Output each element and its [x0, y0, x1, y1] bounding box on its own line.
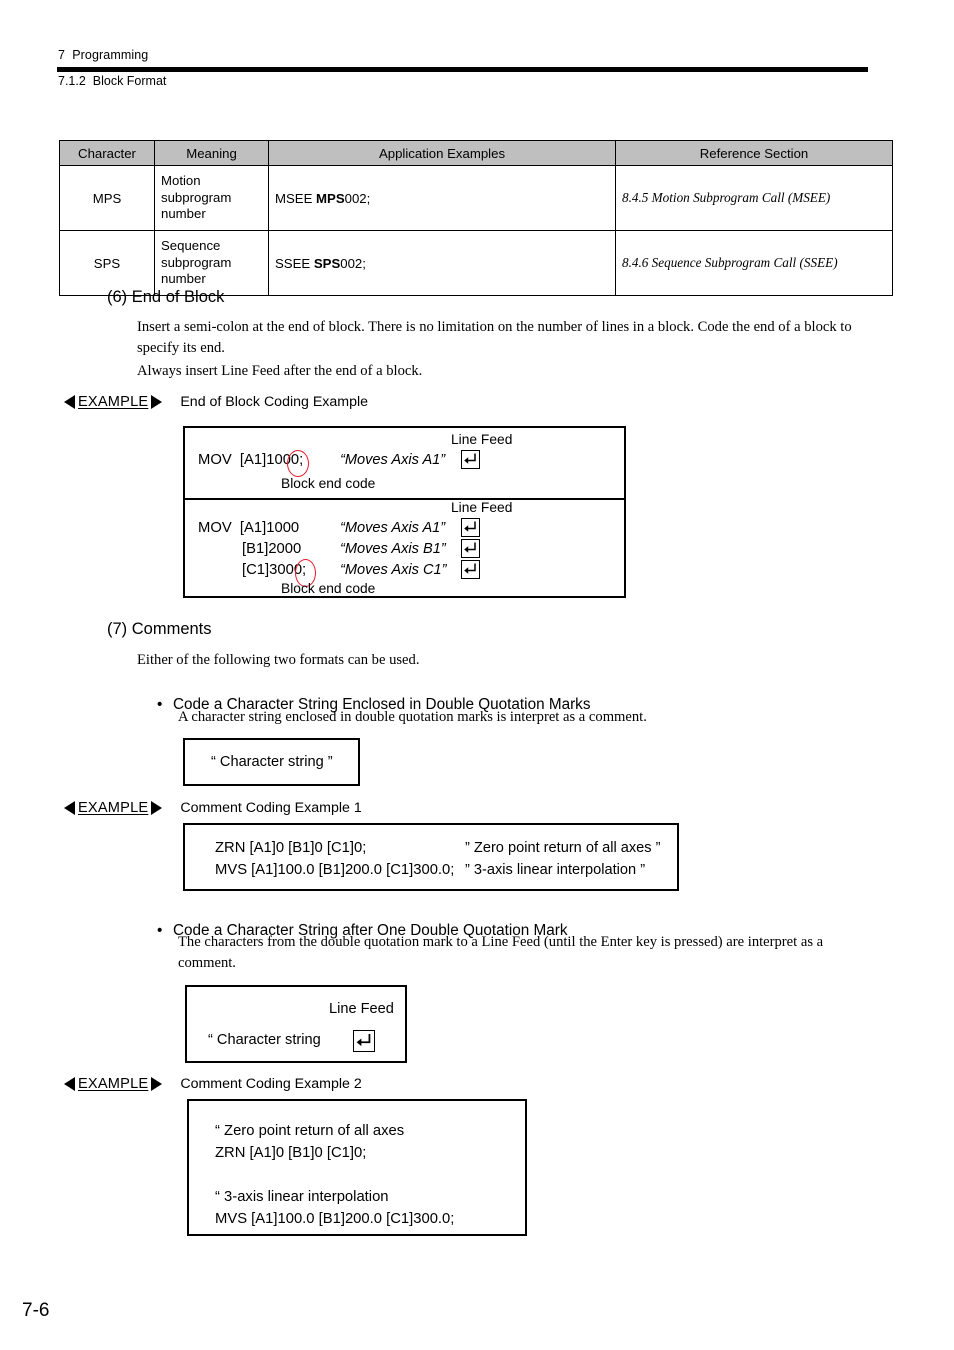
document-page: 7 Programming 7.1.2 Block Format Charact… [0, 0, 954, 1350]
line-feed-label: Line Feed [329, 1001, 394, 1017]
figure-divider [185, 498, 624, 500]
figure-comment-example-1: ZRN [A1]0 [B1]0 [C1]0; ” Zero point retu… [183, 823, 679, 891]
example-marker-end-of-block: EXAMPLE End of Block Coding Example [64, 394, 368, 410]
line-feed-label: Line Feed [451, 500, 513, 515]
cell-meaning: Motion subprogram number [154, 165, 269, 231]
code-comment: ” 3-axis linear interpolation ” [465, 862, 646, 878]
line-feed-icon [353, 1030, 375, 1052]
cell-character: MPS [59, 165, 155, 231]
figure-character-string-linefeed-format: Line Feed “ Character string [185, 985, 407, 1063]
triangle-right-icon [151, 395, 163, 409]
table-header-row: Character Meaning Application Examples R… [59, 140, 893, 166]
code-comment: “Moves Axis A1” [340, 452, 446, 468]
example-marker-comment-1: EXAMPLE Comment Coding Example 1 [64, 800, 362, 816]
code-line: [C1]3000; [242, 562, 307, 578]
line-feed-icon [461, 518, 480, 537]
code-comment: ” Zero point return of all axes ” [465, 840, 661, 856]
code-line: “ 3-axis linear interpolation [215, 1189, 389, 1205]
figure-comment-example-2: “ Zero point return of all axes ZRN [A1]… [187, 1099, 527, 1236]
code-line: MVS [A1]100.0 [B1]200.0 [C1]300.0; [215, 1211, 455, 1227]
cell-character: SPS [59, 230, 155, 296]
triangle-right-icon [151, 1077, 163, 1091]
figure-end-of-block: Line Feed MOV [A1]1000; “Moves Axis A1” … [183, 426, 626, 598]
character-reference-table: Character Meaning Application Examples R… [59, 140, 893, 296]
code-comment: “Moves Axis B1” [340, 541, 446, 557]
triangle-right-icon [151, 801, 163, 815]
table-row: MPS Motion subprogram number MSEE MPS002… [59, 165, 893, 231]
code-line: MOV [A1]1000 [198, 520, 300, 536]
triangle-left-icon [64, 1077, 75, 1091]
running-header-section: 7.1.2 Block Format [58, 74, 167, 88]
column-header-application-examples: Application Examples [268, 140, 616, 166]
example-caption: End of Block Coding Example [180, 394, 369, 410]
column-header-meaning: Meaning [154, 140, 269, 166]
block-end-code-label: Block end code [281, 581, 376, 596]
block-end-code-label: Block end code [281, 476, 376, 491]
line-feed-icon [461, 560, 480, 579]
cell-application-example: SSEE SPS002; [268, 230, 616, 296]
code-line: [B1]2000 [242, 541, 302, 557]
paragraph-comments-intro: Either of the following two formats can … [137, 652, 420, 668]
paragraph-quoted-string: A character string enclosed in double qu… [178, 709, 647, 725]
figure-character-string-format: “ Character string ” [183, 738, 360, 786]
paragraph-end-of-block-1: Insert a semi-colon at the end of block.… [137, 319, 852, 356]
example-label: EXAMPLE [78, 800, 149, 816]
code-line: ZRN [A1]0 [B1]0 [C1]0; [215, 1145, 367, 1161]
cell-reference-section: 8.4.6 Sequence Subprogram Call (SSEE) [615, 230, 893, 296]
code-line: MVS [A1]100.0 [B1]200.0 [C1]300.0; [215, 862, 455, 878]
triangle-left-icon [64, 801, 75, 815]
cell-meaning: Sequence subprogram number [154, 230, 269, 296]
heading-comments: (7) Comments [107, 620, 212, 638]
cell-reference-section: 8.4.5 Motion Subprogram Call (MSEE) [615, 165, 893, 231]
example-marker-comment-2: EXAMPLE Comment Coding Example 2 [64, 1076, 362, 1092]
paragraph-end-of-block-2: Always insert Line Feed after the end of… [137, 363, 423, 379]
code-line: ZRN [A1]0 [B1]0 [C1]0; [215, 840, 367, 856]
heading-end-of-block: (6) End of Block [107, 288, 225, 306]
cell-application-example: MSEE MPS002; [268, 165, 616, 231]
format-text: “ Character string [208, 1032, 321, 1048]
code-line: “ Zero point return of all axes [215, 1123, 405, 1139]
column-header-character: Character [59, 140, 155, 166]
line-feed-label: Line Feed [451, 432, 513, 447]
column-header-reference-section: Reference Section [615, 140, 893, 166]
table-row: SPS Sequence subprogram number SSEE SPS0… [59, 230, 893, 296]
code-comment: “Moves Axis A1” [340, 520, 446, 536]
format-text: “ Character string ” [211, 754, 333, 770]
page-number: 7-6 [22, 1300, 50, 1321]
example-caption: Comment Coding Example 2 [180, 1076, 362, 1092]
code-line: MOV [A1]1000; [198, 452, 304, 468]
running-header-chapter: 7 Programming [58, 48, 149, 62]
bullet-dot-icon: • [157, 696, 163, 713]
paragraph-single-quote: The characters from the double quotation… [178, 934, 824, 971]
example-label: EXAMPLE [78, 394, 149, 410]
triangle-left-icon [64, 395, 75, 409]
line-feed-icon [461, 450, 480, 469]
line-feed-icon [461, 539, 480, 558]
example-label: EXAMPLE [78, 1076, 149, 1092]
code-comment: “Moves Axis C1” [340, 562, 447, 578]
example-caption: Comment Coding Example 1 [180, 800, 362, 816]
header-rule [57, 67, 868, 72]
bullet-dot-icon: • [157, 922, 163, 939]
